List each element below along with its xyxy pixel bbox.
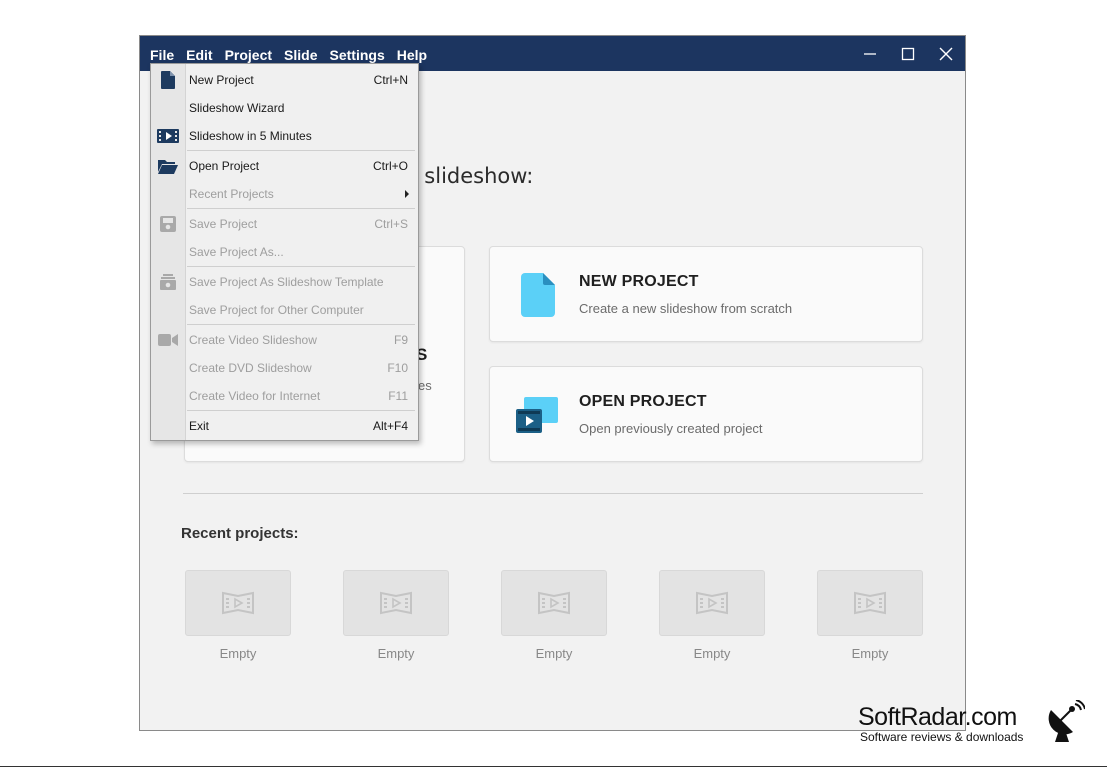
menu-item-recent-projects[interactable]: Recent Projects — [151, 182, 418, 206]
open-project-title: OPEN PROJECT — [579, 393, 707, 410]
video-folder-icon — [516, 397, 558, 433]
menu-separator — [187, 324, 415, 325]
menu-item-shortcut: Ctrl+N — [373, 73, 408, 87]
menu-item-label: Save Project for Other Computer — [189, 303, 364, 317]
close-icon — [939, 47, 953, 60]
watermark-title: SoftRadar.com — [858, 703, 1017, 731]
menu-item-save-for-other-computer[interactable]: Save Project for Other Computer — [151, 298, 418, 322]
recent-project-thumb[interactable] — [501, 570, 607, 636]
recent-project-label: Empty — [219, 646, 257, 661]
menu-item-label: Create Video for Internet — [189, 389, 321, 403]
recent-project-label: Empty — [535, 646, 573, 661]
section-divider — [183, 493, 923, 494]
menu-separator — [187, 150, 415, 151]
menu-item-slideshow-5-minutes[interactable]: Slideshow in 5 Minutes — [151, 124, 418, 148]
menu-item-label: Open Project — [189, 159, 260, 173]
new-project-card[interactable]: NEW PROJECT Create a new slideshow from … — [489, 246, 923, 342]
page-bottom-rule — [0, 766, 1107, 767]
recent-project-thumb[interactable] — [659, 570, 765, 636]
menu-item-label: Create Video Slideshow — [189, 333, 317, 347]
menu-item-shortcut: Ctrl+O — [372, 159, 408, 173]
camera-icon — [157, 331, 179, 349]
slideshow-placeholder-icon — [696, 591, 728, 615]
menu-item-label: Save Project As Slideshow Template — [189, 275, 384, 289]
new-project-title: NEW PROJECT — [579, 273, 699, 290]
satellite-dish-icon — [1048, 700, 1085, 742]
menu-item-label: Exit — [189, 419, 210, 433]
slideshow-placeholder-icon — [854, 591, 886, 615]
menu-item-create-dvd-slideshow[interactable]: Create DVD Slideshow F10 — [151, 356, 418, 380]
welcome-heading: r slideshow: — [409, 164, 534, 188]
menu-separator — [187, 410, 415, 411]
menu-item-create-video-internet[interactable]: Create Video for Internet F11 — [151, 384, 418, 408]
film-icon — [157, 127, 179, 145]
save-icon — [157, 215, 179, 233]
menu-item-new-project[interactable]: New Project Ctrl+N — [151, 68, 418, 92]
folder-icon — [157, 157, 179, 175]
menu-separator — [187, 266, 415, 267]
recent-projects-heading: Recent projects: — [181, 525, 299, 542]
slideshow-placeholder-icon — [222, 591, 254, 615]
maximize-icon — [901, 47, 915, 60]
menu-item-slideshow-wizard[interactable]: Slideshow Wizard — [151, 96, 418, 120]
recent-project-thumb[interactable] — [343, 570, 449, 636]
menu-item-shortcut: Ctrl+S — [374, 217, 408, 231]
menu-item-shortcut: F10 — [387, 361, 408, 375]
menu-item-save-project[interactable]: Save Project Ctrl+S — [151, 212, 418, 236]
menu-item-label: Recent Projects — [189, 187, 274, 201]
maximize-button[interactable] — [889, 36, 927, 71]
menu-item-shortcut: Alt+F4 — [372, 419, 408, 433]
menu-item-label: Slideshow in 5 Minutes — [189, 129, 312, 143]
menu-item-save-as-template[interactable]: Save Project As Slideshow Template — [151, 270, 418, 294]
menu-item-label: Create DVD Slideshow — [189, 361, 312, 375]
new-project-desc: Create a new slideshow from scratch — [579, 301, 793, 316]
menu-item-save-project-as[interactable]: Save Project As... — [151, 240, 418, 264]
menu-item-label: Save Project As... — [189, 245, 284, 259]
open-project-card[interactable]: OPEN PROJECT Open previously created pro… — [489, 366, 923, 462]
close-button[interactable] — [927, 36, 965, 71]
recent-project-label: Empty — [377, 646, 415, 661]
slideshow-placeholder-icon — [380, 591, 412, 615]
watermark-subtitle: Software reviews & downloads — [860, 730, 1024, 744]
recent-project-label: Empty — [693, 646, 731, 661]
recent-project-thumb[interactable] — [185, 570, 291, 636]
slideshow-placeholder-icon — [538, 591, 570, 615]
menu-item-label: New Project — [189, 73, 254, 87]
menu-separator — [187, 208, 415, 209]
menu-item-shortcut: F9 — [393, 333, 408, 347]
menu-item-create-video-slideshow[interactable]: Create Video Slideshow F9 — [151, 328, 418, 352]
file-menu-dropdown: New Project Ctrl+N Slideshow Wizard Slid… — [150, 63, 419, 441]
recent-project-thumb[interactable] — [817, 570, 923, 636]
minimize-button[interactable] — [851, 36, 889, 71]
menu-item-label: Slideshow Wizard — [189, 101, 285, 115]
open-project-desc: Open previously created project — [579, 421, 763, 436]
wizard-card-desc: es — [418, 378, 432, 393]
file-icon — [521, 273, 555, 317]
menu-item-open-project[interactable]: Open Project Ctrl+O — [151, 154, 418, 178]
menu-item-shortcut: F11 — [388, 389, 408, 403]
submenu-arrow-icon — [405, 190, 409, 198]
window-controls — [851, 36, 965, 71]
menu-item-exit[interactable]: Exit Alt+F4 — [151, 414, 418, 438]
new-file-icon — [157, 71, 179, 89]
template-icon — [157, 273, 179, 291]
recent-project-label: Empty — [851, 646, 889, 661]
minimize-icon — [864, 52, 876, 55]
menu-item-label: Save Project — [189, 217, 258, 231]
